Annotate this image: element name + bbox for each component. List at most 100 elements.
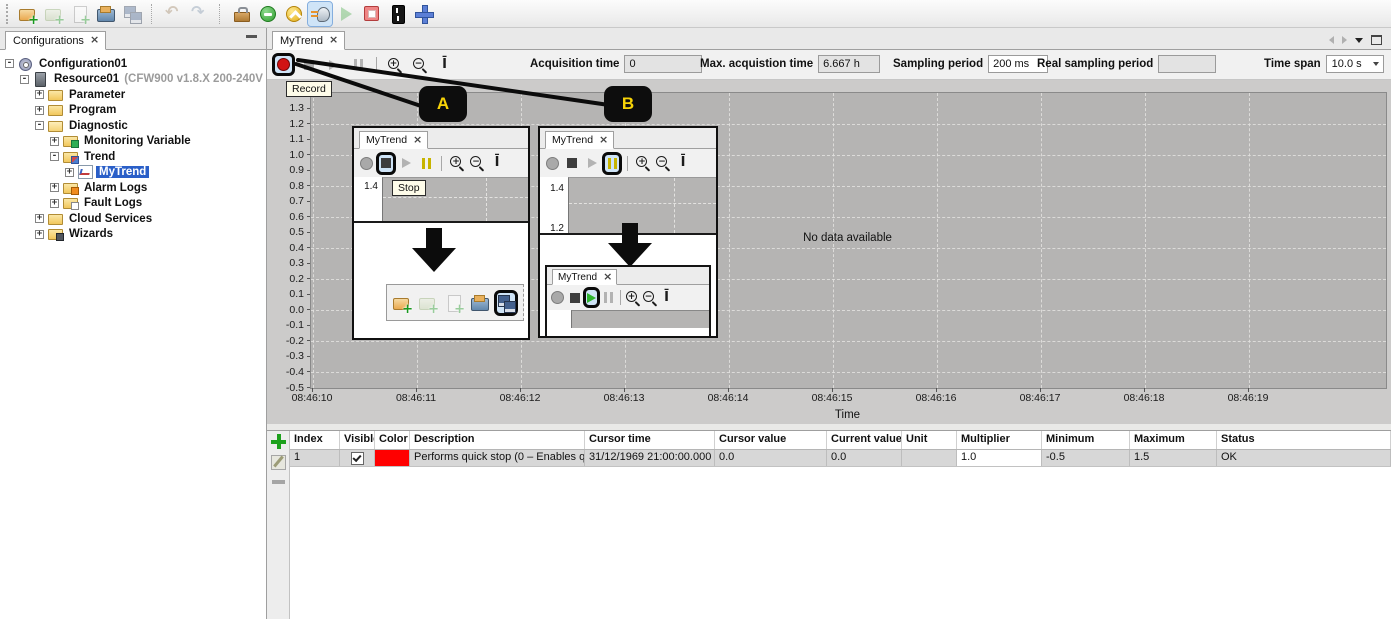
- undo-button[interactable]: [162, 2, 186, 26]
- tree-item-cloud-services[interactable]: +Cloud Services: [0, 211, 266, 227]
- save-all-button[interactable]: [494, 290, 518, 316]
- power-button[interactable]: [386, 2, 410, 26]
- close-icon[interactable]: [329, 35, 337, 46]
- column-header-cursor-value[interactable]: Cursor value: [715, 431, 827, 449]
- stop-button[interactable]: [297, 53, 320, 76]
- tab-mytrend[interactable]: MyTrend: [272, 31, 345, 50]
- column-header-multiplier[interactable]: Multiplier: [957, 431, 1042, 449]
- time-span-select[interactable]: 10.0 s: [1326, 55, 1384, 73]
- tree-item-resource01[interactable]: -Resource01(CFW900 v1.8.X 200-240V 3.0-2…: [0, 72, 266, 88]
- collapse-icon[interactable]: -: [5, 59, 14, 68]
- connect-button[interactable]: [308, 2, 332, 26]
- tree-item-parameter[interactable]: +Parameter: [0, 87, 266, 103]
- close-icon[interactable]: [90, 35, 98, 46]
- play-button[interactable]: [322, 53, 345, 76]
- build-button[interactable]: [230, 2, 254, 26]
- pause-button[interactable]: [602, 152, 622, 175]
- remove-variable-button[interactable]: [272, 480, 285, 484]
- field-input-acquisition-time[interactable]: 0: [624, 55, 702, 73]
- maximize-icon[interactable]: [1371, 35, 1382, 45]
- open-project-button[interactable]: [94, 2, 118, 26]
- edit-variable-button[interactable]: [271, 455, 286, 470]
- expand-icon[interactable]: +: [35, 90, 44, 99]
- expand-icon[interactable]: +: [50, 183, 59, 192]
- column-header-color[interactable]: Color: [375, 431, 410, 449]
- multiplier-cell[interactable]: 1.0: [957, 450, 1042, 466]
- record-button[interactable]: [272, 53, 295, 76]
- column-header-minimum[interactable]: Minimum: [1042, 431, 1130, 449]
- tree-item-trend[interactable]: -Trend: [0, 149, 266, 165]
- pause-button[interactable]: [347, 53, 370, 76]
- column-header-description[interactable]: Description: [410, 431, 585, 449]
- fit-button[interactable]: [433, 53, 456, 76]
- new-file-button[interactable]: [442, 290, 466, 316]
- tree-item-fault-logs[interactable]: +Fault Logs: [0, 196, 266, 212]
- save-all-button[interactable]: [120, 2, 144, 26]
- field-input-real-sampling-period[interactable]: [1158, 55, 1216, 73]
- expand-icon[interactable]: +: [50, 199, 59, 208]
- stop-button[interactable]: [376, 152, 396, 175]
- add-variable-button[interactable]: [271, 434, 286, 449]
- new-file-button[interactable]: [68, 2, 92, 26]
- new-project-button[interactable]: [16, 2, 40, 26]
- play-button[interactable]: [396, 152, 416, 175]
- fit-button[interactable]: [673, 152, 693, 175]
- tab-list-dropdown-icon[interactable]: [1355, 38, 1363, 43]
- tree-item-wizards[interactable]: +Wizards: [0, 227, 266, 243]
- expand-icon[interactable]: +: [35, 106, 44, 115]
- scroll-tabs-left-icon[interactable]: [1329, 36, 1334, 44]
- column-header-index[interactable]: Index: [290, 431, 340, 449]
- zoom-out-button[interactable]: −: [653, 152, 673, 175]
- column-header-unit[interactable]: Unit: [902, 431, 957, 449]
- stop-button[interactable]: [566, 287, 583, 308]
- tree-item-mytrend[interactable]: +MyTrend: [0, 165, 266, 181]
- column-header-status[interactable]: Status: [1217, 431, 1391, 449]
- checkbox-checked-icon[interactable]: [351, 452, 364, 465]
- record-button[interactable]: [549, 287, 566, 308]
- visible-cell[interactable]: [340, 450, 375, 466]
- collapse-icon[interactable]: -: [35, 121, 44, 130]
- tree-item-diagnostic[interactable]: -Diagnostic: [0, 118, 266, 134]
- download-button[interactable]: [256, 2, 280, 26]
- expand-icon[interactable]: +: [65, 168, 74, 177]
- redo-button[interactable]: [188, 2, 212, 26]
- collapse-icon[interactable]: -: [50, 152, 59, 161]
- expand-icon[interactable]: +: [35, 214, 44, 223]
- tree-item-alarm-logs[interactable]: +Alarm Logs: [0, 180, 266, 196]
- pause-button[interactable]: [416, 152, 436, 175]
- tab-configurations[interactable]: Configurations: [5, 31, 106, 50]
- zoom-in-button[interactable]: +: [383, 53, 406, 76]
- open-project-button[interactable]: [468, 290, 492, 316]
- zoom-out-button[interactable]: −: [641, 287, 658, 308]
- record-button[interactable]: [356, 152, 376, 175]
- pause-button[interactable]: [600, 287, 617, 308]
- field-input-max-acquistion-time[interactable]: 6.667 h: [818, 55, 880, 73]
- column-header-visible[interactable]: Visible: [340, 431, 375, 449]
- zoom-in-button[interactable]: +: [633, 152, 653, 175]
- upload-button[interactable]: [282, 2, 306, 26]
- column-header-current-value[interactable]: Current value: [827, 431, 902, 449]
- zoom-out-button[interactable]: −: [467, 152, 487, 175]
- record-button[interactable]: [542, 152, 562, 175]
- play-button[interactable]: [582, 152, 602, 175]
- navigation-button[interactable]: [412, 2, 436, 26]
- minimize-icon[interactable]: [246, 35, 257, 38]
- zoom-out-button[interactable]: −: [408, 53, 431, 76]
- collapse-icon[interactable]: -: [20, 75, 29, 84]
- fit-button[interactable]: [487, 152, 507, 175]
- column-header-maximum[interactable]: Maximum: [1130, 431, 1217, 449]
- new-resource-button[interactable]: [42, 2, 66, 26]
- tree-item-configuration01[interactable]: -Configuration01: [0, 56, 266, 72]
- tree-item-program[interactable]: +Program: [0, 103, 266, 119]
- expand-icon[interactable]: +: [35, 230, 44, 239]
- zoom-in-button[interactable]: +: [447, 152, 467, 175]
- scroll-tabs-right-icon[interactable]: [1342, 36, 1347, 44]
- run-button[interactable]: [334, 2, 358, 26]
- stop-button[interactable]: [360, 2, 384, 26]
- column-header-cursor-time[interactable]: Cursor time: [585, 431, 715, 449]
- play-button[interactable]: [583, 287, 600, 308]
- new-resource-button[interactable]: [416, 290, 440, 316]
- stop-button[interactable]: [562, 152, 582, 175]
- fit-button[interactable]: [658, 287, 675, 308]
- new-project-button[interactable]: [390, 290, 414, 316]
